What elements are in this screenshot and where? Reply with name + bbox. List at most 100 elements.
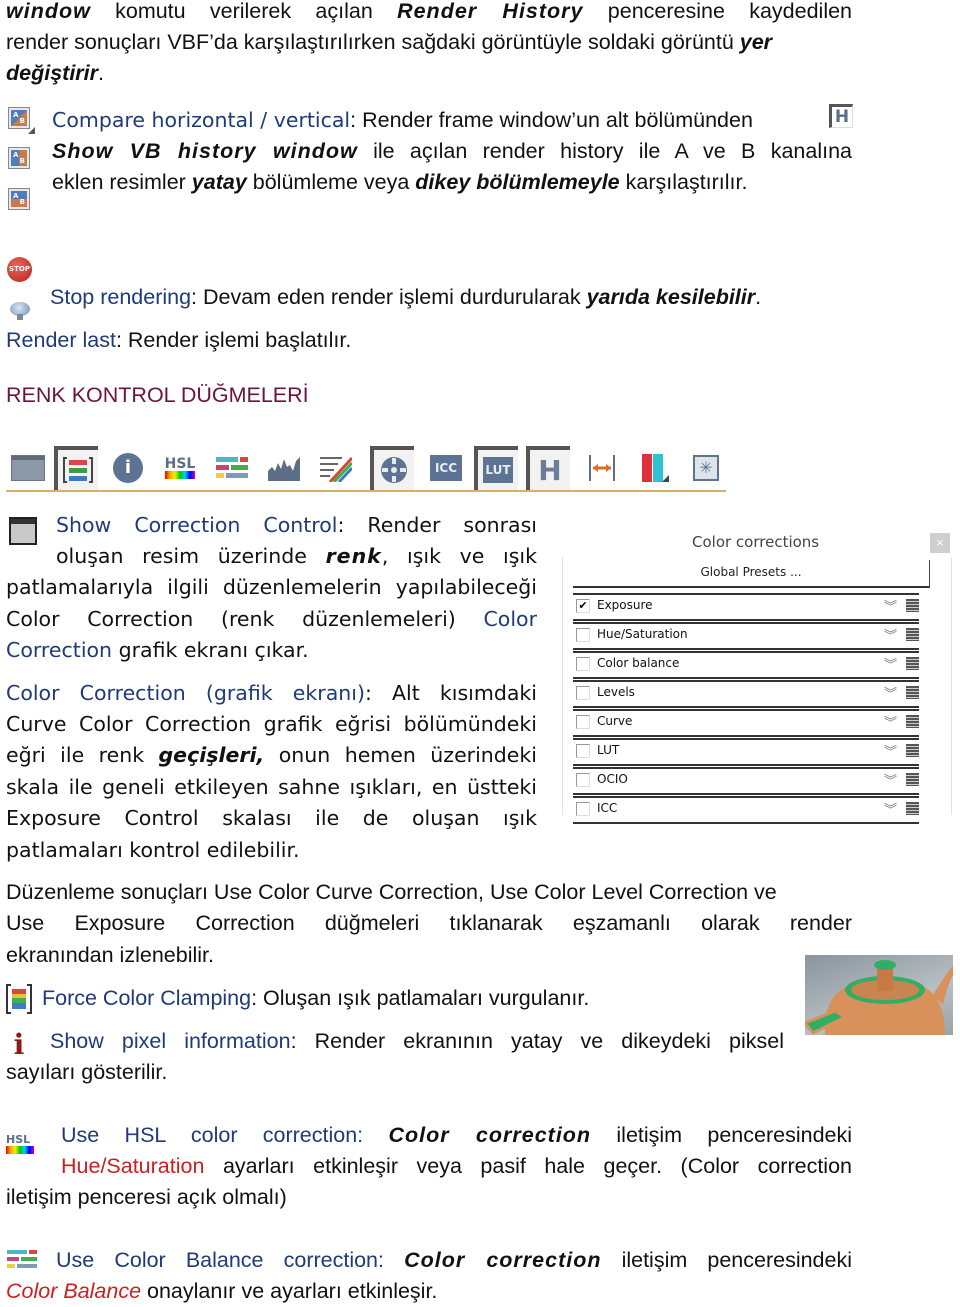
- show-cc-line-4: Color Correction (renk düzenlemeleri) Co…: [6, 604, 537, 635]
- bold-term: geçişleri,: [158, 743, 265, 767]
- menu-icon[interactable]: [906, 657, 919, 670]
- text: eğri ile renk: [6, 743, 159, 767]
- pixel-info-line-2: sayıları gösterilir.: [6, 1060, 168, 1084]
- menu-icon[interactable]: [906, 715, 919, 728]
- text: eklen resimler: [52, 170, 192, 194]
- text: : Render işlemi başlatılır.: [115, 328, 352, 352]
- expand-chevron-icon[interactable]: ︾: [884, 770, 897, 789]
- expand-chevron-icon[interactable]: ︾: [884, 683, 897, 702]
- histogram-icon: [268, 457, 300, 481]
- clamping-icon: [63, 457, 93, 483]
- teapot-render-image: [805, 955, 953, 1035]
- cc-graph-line-4: skala ile geneli etkileyen sahne ışıklar…: [6, 775, 537, 799]
- menu-icon[interactable]: [906, 628, 919, 641]
- color-control-toolbar: i HSL ICC LUT H ✳: [6, 444, 728, 492]
- lut-icon: LUT: [483, 457, 513, 483]
- menu-icon[interactable]: [906, 802, 919, 815]
- color-split-icon: [639, 454, 669, 482]
- enable-checkbox[interactable]: [576, 773, 590, 787]
- hsl-line-1: Use HSL color correction: Color correcti…: [61, 1120, 852, 1151]
- enable-checkbox[interactable]: [576, 715, 590, 729]
- spectrum-icon: [6, 1146, 34, 1154]
- use-icc-button[interactable]: ICC: [424, 446, 468, 490]
- horizontal-stretch-icon: [589, 455, 615, 481]
- show-cc-line-1: Show Correction Control: Render sonrası: [56, 510, 537, 541]
- region-render-button[interactable]: ✳: [684, 446, 728, 490]
- enable-checkbox[interactable]: ✔: [576, 599, 590, 613]
- use-ocio-button[interactable]: [370, 446, 414, 490]
- text: : Render ekranının yatay ve dikeydeki pi…: [290, 1029, 784, 1053]
- global-presets-button[interactable]: Global Presets ...: [573, 560, 930, 588]
- compare-stretch-button[interactable]: [580, 446, 624, 490]
- hsl-icon-label: HSL: [164, 456, 196, 472]
- correction-row: Hue/Saturation ︾: [573, 622, 919, 650]
- use-hsl-button[interactable]: HSL: [158, 446, 202, 490]
- enable-checkbox[interactable]: [576, 744, 590, 758]
- text: iletişim penceresindeki: [601, 1248, 852, 1272]
- menu-icon[interactable]: [906, 686, 919, 699]
- compare-label: Compare horizontal / vertical: [52, 108, 351, 132]
- correction-label: LUT: [597, 743, 620, 757]
- render-last-icon[interactable]: [8, 300, 32, 320]
- compare-horizontal-split-icon[interactable]: AB: [8, 188, 30, 210]
- expand-chevron-icon[interactable]: ︾: [884, 596, 897, 615]
- text: : Oluşan ışık patlamaları vurgulanır.: [251, 986, 590, 1010]
- show-correction-control-button[interactable]: [6, 446, 50, 490]
- enable-checkbox[interactable]: [576, 657, 590, 671]
- letter-b: B: [19, 198, 25, 206]
- expand-chevron-icon[interactable]: ︾: [884, 712, 897, 731]
- expand-chevron-icon[interactable]: ︾: [884, 741, 897, 760]
- cc-graph-line-6: patlamaları kontrol edilebilir.: [6, 838, 300, 862]
- use-lut-button[interactable]: LUT: [474, 446, 518, 490]
- show-pixel-information-button[interactable]: i: [106, 446, 150, 490]
- color-balance-icon[interactable]: [7, 1250, 37, 1270]
- panel-frame: Global Presets ... ✔ Exposure ︾ Hue/Saturat…: [562, 557, 952, 824]
- menu-icon[interactable]: [906, 744, 919, 757]
- enable-checkbox[interactable]: [576, 628, 590, 642]
- red-term: Color Balance: [6, 1279, 142, 1303]
- expand-chevron-icon[interactable]: ︾: [884, 625, 897, 644]
- show-vb-history-icon[interactable]: H: [829, 104, 853, 128]
- correction-row: LUT ︾: [573, 738, 919, 766]
- correction-label: OCIO: [597, 772, 628, 786]
- correction-row: Levels ︾: [573, 680, 919, 708]
- use-color-curve-button[interactable]: [314, 446, 358, 490]
- force-clamping-label: Force Color Clamping: [42, 986, 252, 1010]
- close-button[interactable]: ×: [930, 533, 950, 553]
- use-color-balance-button[interactable]: [210, 446, 254, 490]
- color-split-button[interactable]: [632, 446, 676, 490]
- red-term: Hue/Saturation: [61, 1154, 205, 1178]
- show-correction-control-icon[interactable]: [9, 517, 37, 545]
- expand-chevron-icon[interactable]: ︾: [884, 799, 897, 818]
- menu-icon[interactable]: [906, 599, 919, 612]
- force-color-clamping-icon[interactable]: [6, 984, 32, 1014]
- enable-checkbox[interactable]: [576, 686, 590, 700]
- bold-term: renk: [325, 544, 382, 568]
- bold-term: Render History: [397, 0, 584, 23]
- use-color-levels-button[interactable]: [262, 446, 306, 490]
- force-color-clamping-button[interactable]: [54, 446, 98, 490]
- show-cc-line-3: patlamalarıyla ilgili düzenlemelerin yap…: [6, 575, 537, 599]
- stop-rendering-label: Stop rendering: [50, 285, 192, 309]
- text: oluşan resim üzerinde: [56, 544, 326, 568]
- hsl-label: Use HSL color correction:: [61, 1123, 364, 1147]
- compare-vertical-icon[interactable]: AB: [8, 147, 30, 169]
- correction-label: Levels: [597, 685, 635, 699]
- letter-b: B: [19, 117, 25, 125]
- text: ayarları etkinleşir veya pasif hale geçe…: [204, 1154, 852, 1178]
- render-last-label: Render last: [6, 328, 116, 352]
- hsl-icon[interactable]: HSL: [6, 1133, 36, 1159]
- enable-checkbox[interactable]: [576, 802, 590, 816]
- toolbar-underline: [6, 490, 726, 492]
- menu-icon[interactable]: [906, 773, 919, 786]
- compare-horizontal-icon[interactable]: AB: [8, 107, 35, 134]
- stop-rendering-icon[interactable]: STOP: [7, 257, 32, 282]
- pixel-info-label: Show pixel information: [50, 1029, 291, 1053]
- show-vb-history-button[interactable]: H: [526, 446, 570, 490]
- expand-chevron-icon[interactable]: ︾: [884, 654, 897, 673]
- pixel-info-icon[interactable]: i: [8, 1030, 30, 1060]
- dropdown-corner-icon: [28, 127, 35, 134]
- results-line-3: ekranından izlenebilir.: [6, 943, 214, 967]
- force-clamping-line: Force Color Clamping: Oluşan ışık patlam…: [42, 983, 589, 1014]
- correction-label: Exposure: [597, 598, 653, 612]
